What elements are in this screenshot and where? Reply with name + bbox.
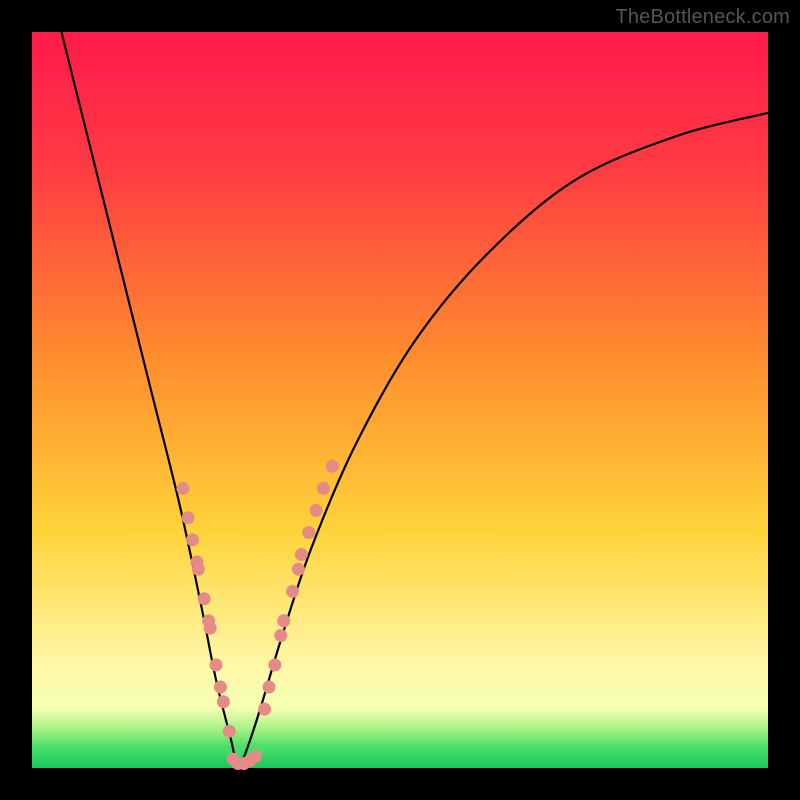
- plot-area: [32, 32, 768, 768]
- data-point-left: [186, 533, 199, 546]
- data-point-right: [292, 563, 305, 576]
- data-point-right: [295, 548, 308, 561]
- data-point-left: [210, 658, 223, 671]
- data-point-right: [286, 585, 299, 598]
- bottleneck-curve-svg: [32, 32, 768, 768]
- data-point-left: [176, 482, 189, 495]
- data-point-left: [214, 681, 227, 694]
- outer-frame: TheBottleneck.com: [0, 0, 800, 800]
- data-point-left: [204, 622, 217, 635]
- bottleneck-curve: [61, 32, 768, 768]
- data-point-right: [310, 504, 323, 517]
- data-point-right: [326, 460, 339, 473]
- data-point-right: [277, 614, 290, 627]
- data-point-bottom: [249, 750, 262, 763]
- data-point-right: [258, 703, 271, 716]
- data-point-right: [302, 526, 315, 539]
- data-point-left: [217, 695, 230, 708]
- data-point-right: [317, 482, 330, 495]
- data-point-left: [192, 563, 205, 576]
- data-point-left: [198, 592, 211, 605]
- data-point-right: [268, 658, 281, 671]
- watermark-text: TheBottleneck.com: [615, 6, 790, 29]
- data-point-right: [274, 629, 287, 642]
- data-point-left: [182, 511, 195, 524]
- data-point-right: [262, 681, 275, 694]
- data-point-left: [223, 725, 236, 738]
